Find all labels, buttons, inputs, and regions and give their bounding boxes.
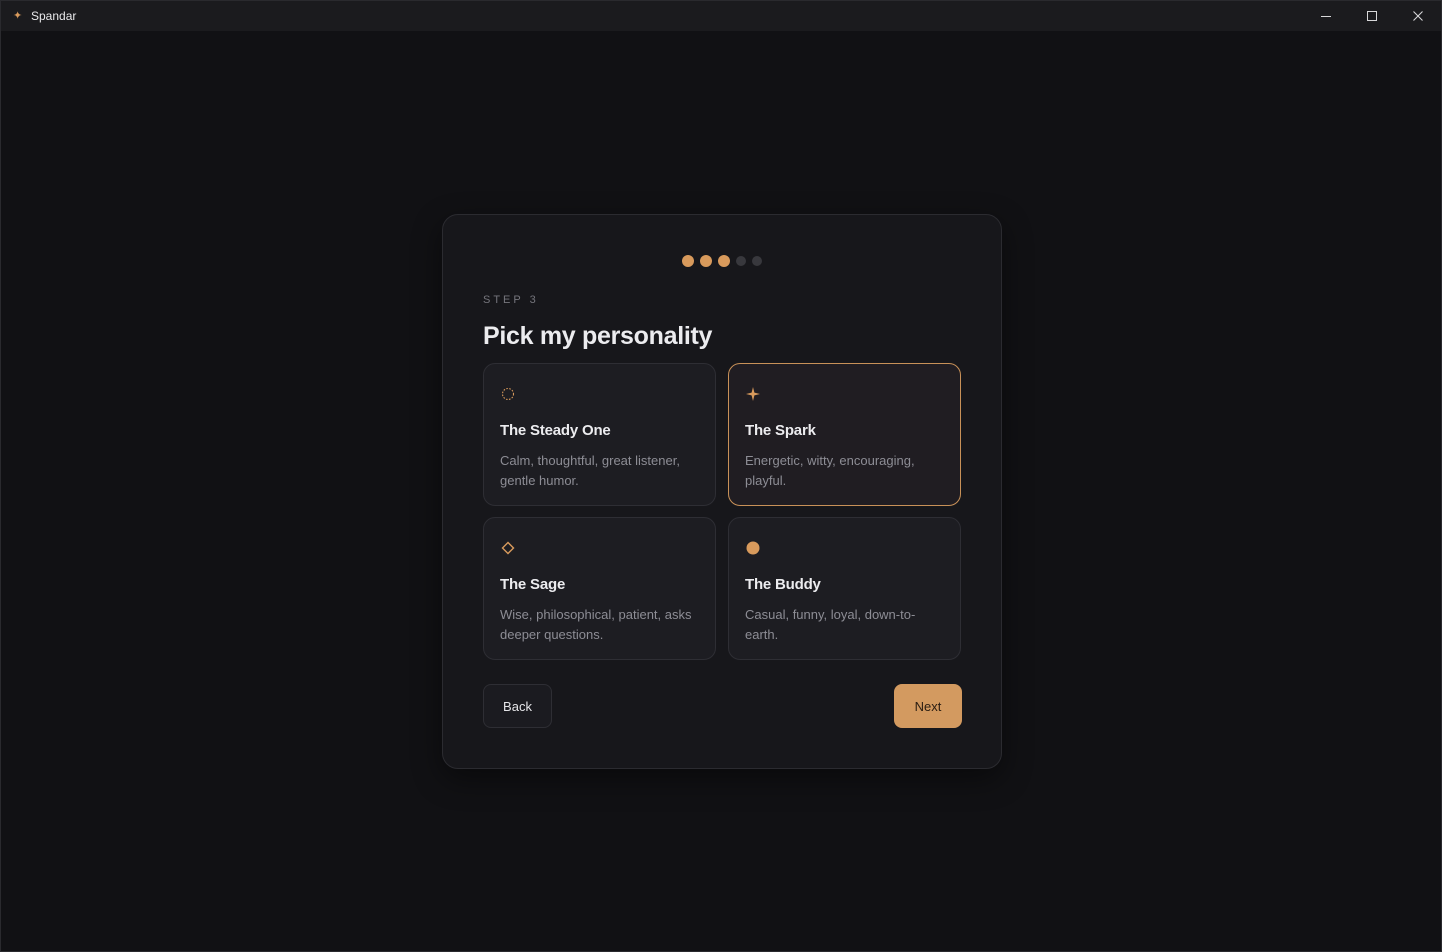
option-description: Wise, philosophical, patient, asks deepe… — [500, 607, 692, 642]
next-button[interactable]: Next — [894, 684, 962, 728]
maximize-button[interactable] — [1349, 1, 1395, 31]
close-button[interactable] — [1395, 1, 1441, 31]
maximize-icon — [1367, 11, 1377, 21]
option-spark[interactable]: The Spark Energetic, witty, encouraging,… — [728, 363, 961, 506]
progress-dot-3 — [718, 255, 730, 267]
title-bar[interactable]: ✦ Spandar — [1, 1, 1441, 31]
option-buddy[interactable]: The Buddy Casual, funny, loyal, down-to-… — [728, 517, 961, 660]
diamond-outline-icon — [501, 541, 515, 555]
sparkle-icon: ✦ — [13, 10, 23, 22]
minimize-icon — [1321, 16, 1331, 17]
minimize-button[interactable] — [1303, 1, 1349, 31]
option-description: Casual, funny, loyal, down-to-earth. — [745, 607, 916, 642]
option-description: Energetic, witty, encouraging, playful. — [745, 453, 915, 488]
option-title: The Steady One — [500, 422, 611, 439]
option-steady-one[interactable]: The Steady One Calm, thoughtful, great l… — [483, 363, 716, 506]
option-title: The Spark — [745, 422, 816, 439]
four-point-star-icon — [746, 387, 760, 401]
progress-dot-4 — [736, 256, 746, 266]
window-title: Spandar — [31, 9, 77, 23]
app-window: ✦ Spandar STEP 3 Pick my personality The… — [0, 0, 1442, 952]
personality-options: The Steady One Calm, thoughtful, great l… — [483, 363, 962, 660]
progress-dot-1 — [682, 255, 694, 267]
close-icon — [1413, 11, 1423, 21]
progress-dot-5 — [752, 256, 762, 266]
option-description: Calm, thoughtful, great listener, gentle… — [500, 453, 680, 488]
dashed-circle-icon — [501, 387, 515, 401]
progress-dot-2 — [700, 255, 712, 267]
option-sage[interactable]: The Sage Wise, philosophical, patient, a… — [483, 517, 716, 660]
step-progress-dots — [443, 255, 1001, 267]
page-title: Pick my personality — [483, 322, 713, 350]
option-title: The Buddy — [745, 576, 821, 593]
step-label: STEP 3 — [483, 294, 539, 306]
filled-circle-icon — [746, 541, 760, 555]
window-controls — [1303, 1, 1441, 31]
back-button[interactable]: Back — [483, 684, 552, 728]
option-title: The Sage — [500, 576, 566, 593]
onboarding-card: STEP 3 Pick my personality The Steady On… — [442, 214, 1002, 769]
